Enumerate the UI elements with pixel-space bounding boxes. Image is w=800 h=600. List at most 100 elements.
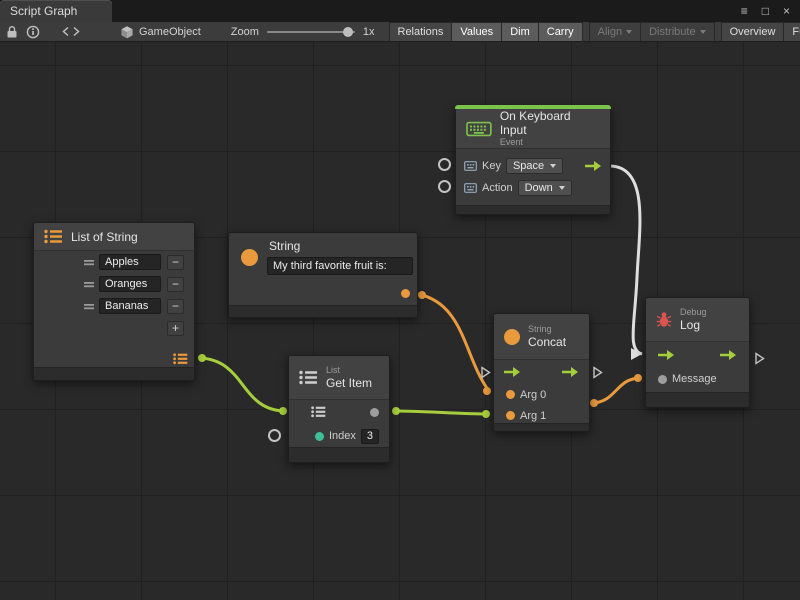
- remove-item-button[interactable]: −: [167, 299, 184, 314]
- relations-button[interactable]: Relations: [389, 22, 453, 42]
- lock-icon[interactable]: [6, 25, 18, 39]
- target-gameobject: GameObject: [120, 25, 201, 39]
- node-on-keyboard-input[interactable]: On Keyboard Input Event Key Space: [455, 105, 611, 215]
- key-input-port[interactable]: [438, 158, 451, 171]
- wire-endpoint: [279, 407, 287, 415]
- node-string-literal[interactable]: String My third favorite fruit is:: [228, 232, 418, 318]
- flow-input-port[interactable]: [504, 366, 521, 378]
- flow-input-port[interactable]: [658, 349, 675, 361]
- add-item-button[interactable]: +: [167, 321, 184, 336]
- graph-canvas[interactable]: On Keyboard Input Event Key Space: [0, 42, 800, 600]
- string-value-field[interactable]: My third favorite fruit is:: [267, 257, 413, 275]
- flow-in-unconnected-port[interactable]: [481, 366, 491, 379]
- tab-script-graph[interactable]: Script Graph: [0, 0, 112, 22]
- node-footer: [34, 367, 194, 380]
- zoom-slider[interactable]: [267, 31, 355, 33]
- zoom-label: Zoom: [231, 26, 259, 38]
- flow-output-port[interactable]: [585, 160, 602, 172]
- action-dropdown[interactable]: Down: [518, 180, 572, 196]
- flow-output-port[interactable]: [562, 366, 579, 378]
- node-footer: [229, 305, 417, 317]
- zoom-control: Zoom 1x: [231, 26, 375, 38]
- node-footer: [646, 392, 749, 407]
- arg0-row: Arg 0: [494, 384, 589, 405]
- arg0-input-port[interactable]: [506, 390, 515, 399]
- close-icon[interactable]: ×: [783, 5, 790, 17]
- list-input-port[interactable]: [311, 406, 326, 418]
- index-port-unconnected[interactable]: [268, 429, 281, 442]
- list-item-field[interactable]: Apples: [99, 254, 161, 270]
- node-title: Get Item: [326, 376, 372, 390]
- wire-endpoint: [634, 374, 642, 382]
- key-row: Key Space: [456, 155, 610, 177]
- wire-flow-keyboard-to-log[interactable]: [611, 166, 642, 354]
- wire-string-to-concat[interactable]: [418, 294, 489, 391]
- node-title: List of String: [71, 230, 138, 244]
- graph-toolbar: GameObject Zoom 1x Relations Values Dim …: [0, 22, 800, 42]
- node-category: List: [326, 365, 372, 376]
- list-output-port[interactable]: [173, 353, 188, 365]
- remove-item-button[interactable]: −: [167, 255, 184, 270]
- caret-icon: [626, 30, 632, 34]
- node-list-of-string[interactable]: List of String Apples − Oranges −: [33, 222, 195, 381]
- node-category: String: [528, 324, 566, 335]
- message-row: Message: [646, 368, 749, 390]
- align-button: Align: [589, 22, 641, 42]
- dim-button[interactable]: Dim: [501, 22, 539, 42]
- item-output-port[interactable]: [370, 408, 379, 417]
- caret-icon: [700, 30, 706, 34]
- node-title: Log: [680, 318, 707, 332]
- overview-button[interactable]: Overview: [721, 22, 785, 42]
- carry-button[interactable]: Carry: [538, 22, 583, 42]
- list-icon: [299, 370, 318, 385]
- key-dropdown[interactable]: Space: [506, 158, 563, 174]
- window-controls: ≡ □ ×: [741, 0, 800, 22]
- node-concat[interactable]: String Concat Arg 0 Arg 1: [493, 313, 590, 432]
- drag-handle-icon[interactable]: [84, 281, 94, 288]
- node-footer: [494, 423, 589, 431]
- zoom-slider-thumb[interactable]: [343, 27, 353, 37]
- fullscreen-button[interactable]: Full Screen: [783, 22, 800, 42]
- node-footer: [456, 205, 610, 214]
- action-row: Action Down: [456, 177, 610, 199]
- remove-item-button[interactable]: −: [167, 277, 184, 292]
- flow-out-unconnected-port[interactable]: [755, 352, 765, 365]
- string-output-port[interactable]: [401, 289, 410, 298]
- drag-handle-icon[interactable]: [84, 303, 94, 310]
- window-menu-icon[interactable]: ≡: [741, 5, 748, 17]
- info-icon[interactable]: [26, 25, 40, 39]
- wire-endpoint: [590, 399, 598, 407]
- wire-list-to-getitem[interactable]: [200, 358, 286, 411]
- keycode-type-icon: [464, 183, 477, 193]
- index-field[interactable]: 3: [361, 429, 379, 444]
- wire-getitem-to-concat[interactable]: [394, 411, 488, 414]
- wire-concat-to-log[interactable]: [591, 378, 641, 403]
- values-button[interactable]: Values: [451, 22, 502, 42]
- code-icon[interactable]: [62, 26, 80, 37]
- drag-handle-icon[interactable]: [84, 259, 94, 266]
- action-input-port[interactable]: [438, 180, 451, 193]
- wire-endpoint: [392, 407, 400, 415]
- flow-output-port[interactable]: [720, 349, 737, 361]
- arg1-input-port[interactable]: [506, 411, 515, 420]
- gameobject-label: GameObject: [139, 26, 201, 38]
- list-item-field[interactable]: Bananas: [99, 298, 161, 314]
- list-item-row: Apples −: [34, 251, 194, 273]
- list-input-row: [289, 400, 389, 424]
- wire-endpoint: [418, 291, 426, 299]
- maximize-icon[interactable]: □: [762, 5, 769, 17]
- flow-out-unconnected-port[interactable]: [593, 366, 603, 379]
- list-item-row: Bananas −: [34, 295, 194, 317]
- message-input-port[interactable]: [658, 375, 667, 384]
- node-get-item[interactable]: List Get Item Index 3: [288, 355, 390, 463]
- node-category: Debug: [680, 307, 707, 318]
- arg1-label: Arg 1: [520, 410, 546, 422]
- list-item-field[interactable]: Oranges: [99, 276, 161, 292]
- bug-icon: [656, 311, 672, 328]
- node-footer: [289, 447, 389, 462]
- index-input-port[interactable]: [315, 432, 324, 441]
- node-debug-log[interactable]: Debug Log Message: [645, 297, 750, 408]
- node-header: List of String: [34, 223, 194, 251]
- zoom-value: 1x: [363, 26, 375, 38]
- node-header: List Get Item: [289, 356, 389, 400]
